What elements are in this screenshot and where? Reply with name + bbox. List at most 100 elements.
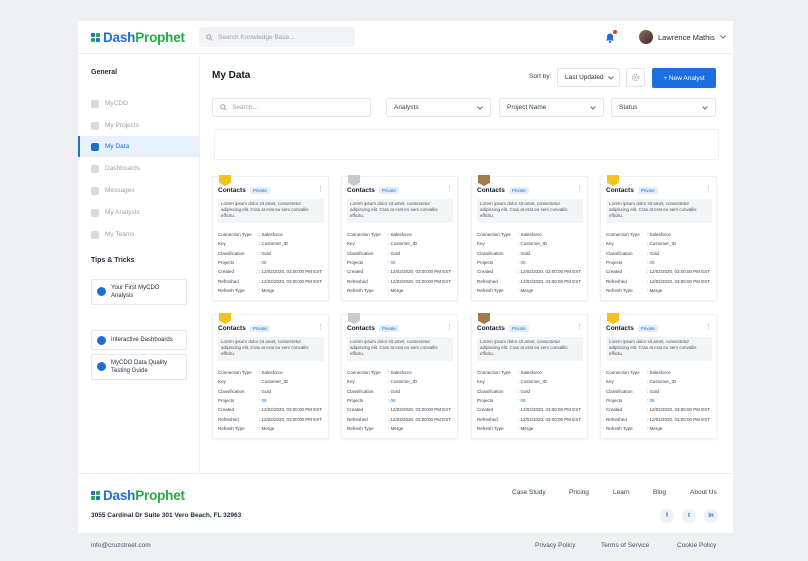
data-card[interactable]: Contacts Private ⋮ Lorem ipsum dolor sit am… [471, 175, 588, 301]
terms-of-service-link[interactable]: Terms of Service [601, 542, 649, 549]
more-options-icon[interactable]: ⋮ [576, 324, 583, 331]
card-field-row: Classification: Gold [218, 387, 326, 396]
more-options-icon[interactable]: ⋮ [317, 186, 324, 193]
field-value: : 12/02/2020, 03:00:00 PM EST [647, 278, 711, 284]
status-filter[interactable]: Status [611, 98, 716, 117]
more-options-icon[interactable]: ⋮ [705, 324, 712, 331]
logo[interactable]: DashProphet [91, 30, 185, 45]
field-value[interactable]: : 08 [259, 260, 267, 265]
sidebar-item-my-teams[interactable]: My Teams [78, 224, 200, 245]
footer-link-learn[interactable]: Learn [613, 489, 630, 496]
twitter-icon[interactable]: t [682, 509, 696, 523]
knowledge-search-input[interactable]: Search Knowledge Base... [199, 27, 355, 47]
field-value: : Merge [259, 287, 275, 293]
field-value: : Customer_ID [647, 241, 677, 247]
sidebar-item-my-projects[interactable]: My Projects [78, 115, 200, 136]
field-value: : 12/02/2020, 03:00:00 PM EST [647, 269, 711, 275]
card-field-row: Refreshed: 12/02/2020, 03:00:00 PM EST [218, 276, 326, 285]
field-value: : 12/02/2020, 03:00:00 PM EST [259, 407, 323, 413]
data-card[interactable]: Contacts Private ⋮ Lorem ipsum dolor sit am… [600, 313, 717, 439]
card-fields: Connection Type: Salesforce Key: Customer… [347, 230, 455, 295]
tip-card[interactable]: MyCDO Data Quality Testing Guide [91, 354, 187, 380]
more-options-icon[interactable]: ⋮ [705, 186, 712, 193]
field-value: : Merge [259, 425, 275, 431]
card-field-row: Key: Customer_ID [606, 239, 714, 248]
data-search-input[interactable]: Search... [212, 98, 371, 117]
card-title: Contacts [477, 187, 505, 194]
card-field-row: Refreshed: 12/02/2020, 03:00:00 PM EST [347, 276, 455, 285]
settings-button[interactable] [626, 68, 645, 87]
sidebar-item-my-data[interactable]: My Data [78, 136, 200, 157]
field-value: : Salesforce [259, 232, 283, 238]
sidebar-tips-title: Tips & Tricks [91, 257, 135, 264]
analysts-filter[interactable]: Analysts [386, 98, 491, 117]
card-description: Lorem ipsum dolor sit amet, consectetur … [218, 199, 324, 223]
field-value[interactable]: : 08 [259, 398, 267, 403]
data-card[interactable]: Contacts Private ⋮ Lorem ipsum dolor sit am… [212, 175, 329, 301]
field-value: : 12/02/2020, 03:00:00 PM EST [647, 416, 711, 422]
data-card[interactable]: Contacts Private ⋮ Lorem ipsum dolor sit am… [341, 175, 458, 301]
cookie-policy-link[interactable]: Cookie Policy [677, 542, 716, 549]
field-label: Key [218, 379, 226, 385]
field-value[interactable]: : 08 [518, 398, 526, 403]
footer-link-case-study[interactable]: Case Study [512, 489, 546, 496]
more-options-icon[interactable]: ⋮ [317, 324, 324, 331]
field-value: : Customer_ID [518, 241, 548, 247]
page-title: My Data [212, 70, 251, 81]
linkedin-icon[interactable]: in [704, 509, 718, 523]
card-fields: Connection Type: Salesforce Key: Customer… [477, 230, 585, 295]
footer-link-about-us[interactable]: About Us [690, 489, 717, 496]
data-card[interactable]: Contacts Private ⋮ Lorem ipsum dolor sit am… [341, 313, 458, 439]
contact-email[interactable]: info@cruzstreet.com [91, 542, 151, 549]
new-analyst-button[interactable]: + New Analyst [652, 68, 716, 88]
more-options-icon[interactable]: ⋮ [446, 186, 453, 193]
card-field-row: Connection Type: Salesforce [477, 230, 585, 239]
field-value: : 12/02/2020, 03:00:00 PM EST [388, 407, 452, 413]
field-value[interactable]: : 08 [647, 398, 655, 403]
more-options-icon[interactable]: ⋮ [446, 324, 453, 331]
facebook-icon[interactable]: f [660, 509, 674, 523]
footer-logo[interactable]: DashProphet [91, 488, 185, 503]
project-name-filter[interactable]: Project Name [499, 98, 604, 117]
content-banner [214, 129, 719, 160]
sidebar-item-messages[interactable]: Messages [78, 180, 200, 201]
data-card[interactable]: Contacts Private ⋮ Lorem ipsum dolor sit am… [471, 313, 588, 439]
field-value[interactable]: : 08 [388, 260, 396, 265]
sidebar-item-my-analysts[interactable]: My Analysts [78, 202, 200, 223]
sidebar-item-mycdo[interactable]: MyCDO [78, 93, 200, 114]
card-title: Contacts [606, 187, 634, 194]
data-card[interactable]: Contacts Private ⋮ Lorem ipsum dolor sit am… [600, 175, 717, 301]
tip-card[interactable]: Interactive Dashboards [91, 330, 187, 350]
field-value: : 12/02/2020, 03:00:00 PM EST [388, 416, 452, 422]
sidebar-item-dashboards[interactable]: Dashboards [78, 158, 200, 179]
field-value: : 12/02/2020, 03:00:00 PM EST [388, 269, 452, 275]
more-options-icon[interactable]: ⋮ [576, 186, 583, 193]
bell-icon[interactable] [604, 30, 617, 44]
classification-badge-icon [219, 175, 231, 186]
field-value[interactable]: : 08 [647, 260, 655, 265]
field-label: Refresh Type [218, 425, 245, 431]
field-label: Refresh Type [477, 287, 504, 293]
field-label: Created [218, 269, 235, 275]
card-fields: Connection Type: Salesforce Key: Customer… [218, 230, 326, 295]
field-value[interactable]: : 08 [518, 260, 526, 265]
field-label: Created [218, 407, 235, 413]
card-field-row: Classification: Gold [477, 249, 585, 258]
privacy-badge: Private [249, 187, 270, 194]
field-value: : Merge [647, 425, 663, 431]
card-description: Lorem ipsum dolor sit amet, consectetur … [218, 337, 324, 361]
user-menu[interactable]: Lawrence Mathis [639, 30, 726, 44]
footer-link-blog[interactable]: Blog [653, 489, 666, 496]
tip-card[interactable]: Your First MyCDO Analysis [91, 279, 187, 305]
card-field-row: Classification: Gold [347, 387, 455, 396]
card-header: Contacts Private [218, 325, 270, 332]
field-value: : Gold [259, 250, 272, 256]
sort-select[interactable]: Last Updated [557, 68, 620, 87]
field-value[interactable]: : 08 [388, 398, 396, 403]
card-field-row: Projects: 08 [218, 396, 326, 405]
privacy-policy-link[interactable]: Privacy Policy [535, 542, 575, 549]
field-label: Refresh Type [606, 287, 633, 293]
privacy-badge: Private [637, 187, 658, 194]
data-card[interactable]: Contacts Private ⋮ Lorem ipsum dolor sit am… [212, 313, 329, 439]
footer-link-pricing[interactable]: Pricing [569, 489, 589, 496]
